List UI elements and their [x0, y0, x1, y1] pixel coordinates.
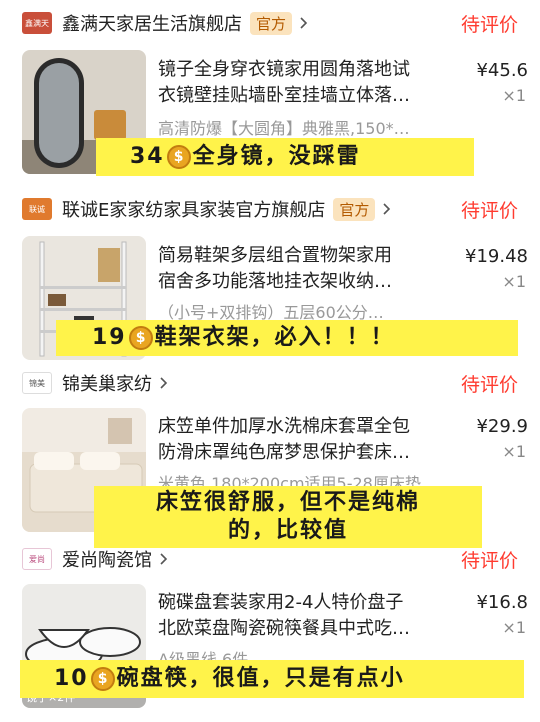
review-banner: 34 $ 全身镜，没踩雷: [96, 138, 474, 176]
money-bag-icon: $: [166, 145, 191, 169]
banner-text: 碗盘筷，很值，只是有点小: [116, 666, 405, 691]
product-title[interactable]: 床笠单件加厚水洗棉床套罩全包 防滑床罩纯色席梦思保护套床…: [158, 414, 458, 466]
chevron-right-icon[interactable]: [158, 377, 170, 389]
banner-text: 床笠很舒服，但不是纯棉: [155, 490, 420, 515]
product-quantity: ×1: [502, 86, 526, 105]
product-quantity: ×1: [502, 442, 526, 461]
shop-logo: 锦美: [22, 372, 52, 394]
money-bag-icon: $: [90, 667, 115, 691]
product-price: ¥16.8: [476, 592, 528, 613]
shop-name[interactable]: 爱尚陶瓷馆: [62, 546, 152, 572]
product-title-line: 宿舍多功能落地挂衣架收纳…: [158, 271, 392, 292]
shop-row-4[interactable]: 爱尚 爱尚陶瓷馆 待评价: [22, 542, 528, 576]
banner-price: 19: [92, 325, 127, 350]
product-title-line: 防滑床罩纯色席梦思保护套床…: [158, 442, 410, 463]
shop-row-1[interactable]: 鑫满天 鑫满天家居生活旗舰店 官方 待评价: [22, 6, 528, 40]
official-flag-badge: 官方: [333, 197, 376, 221]
product-title-line: 碗碟盘套装家用2-4人特价盘子: [158, 592, 404, 613]
banner-price: 34: [130, 144, 165, 169]
banner-text: 全身镜，没踩雷: [192, 144, 361, 169]
official-flag-badge: 官方: [250, 11, 293, 35]
product-price: ¥19.48: [465, 246, 528, 267]
shop-name[interactable]: 鑫满天家居生活旗舰店: [62, 10, 242, 36]
banner-text: 的，比较值: [227, 518, 348, 543]
shop-row-3[interactable]: 锦美 锦美巢家纺 待评价: [22, 366, 528, 400]
shop-name[interactable]: 联诚E家家纺家具家装官方旗舰店: [62, 196, 325, 222]
product-title[interactable]: 镜子全身穿衣镜家用圆角落地试 衣镜壁挂贴墙卧室挂墙立体落…: [158, 57, 458, 109]
product-title-line: 镜子全身穿衣镜家用圆角落地试: [158, 59, 410, 80]
product-title[interactable]: 简易鞋架多层组合置物架家用 宿舍多功能落地挂衣架收纳…: [158, 243, 458, 295]
shop-name[interactable]: 锦美巢家纺: [62, 370, 152, 396]
product-title-line: 衣镜壁挂贴墙卧室挂墙立体落…: [158, 85, 410, 106]
review-banner: 19 $ 鞋架衣架，必入！！！: [56, 320, 518, 356]
shop-logo: 鑫满天: [22, 12, 52, 34]
chevron-right-icon[interactable]: [158, 553, 170, 565]
order-status: 待评价: [460, 13, 518, 36]
product-quantity: ×1: [502, 618, 526, 637]
money-bag-icon: $: [128, 326, 153, 350]
product-title-line: 床笠单件加厚水洗棉床套罩全包: [158, 416, 410, 437]
product-price: ¥45.6: [476, 60, 528, 81]
product-title[interactable]: 碗碟盘套装家用2-4人特价盘子 北欧菜盘陶瓷碗筷餐具中式吃…: [158, 590, 458, 642]
banner-text: 鞋架衣架，必入！！！: [154, 325, 395, 350]
chevron-right-icon[interactable]: [381, 203, 393, 215]
product-quantity: ×1: [502, 272, 526, 291]
shop-row-2[interactable]: 联诚 联诚E家家纺家具家装官方旗舰店 官方 待评价: [22, 192, 528, 226]
shop-logo: 联诚: [22, 198, 52, 220]
banner-price: 10: [54, 666, 89, 691]
review-banner: 10 $ 碗盘筷，很值，只是有点小: [20, 660, 524, 698]
product-price: ¥29.9: [476, 416, 528, 437]
product-title-line: 北欧菜盘陶瓷碗筷餐具中式吃…: [158, 618, 410, 639]
product-spec: 高清防爆【大圆角】典雅黑,150*…: [158, 119, 410, 138]
product-title-line: 简易鞋架多层组合置物架家用: [158, 245, 392, 266]
review-banner: 床笠很舒服，但不是纯棉 的，比较值: [94, 486, 482, 548]
order-status: 待评价: [460, 199, 518, 222]
order-status: 待评价: [460, 549, 518, 572]
chevron-right-icon[interactable]: [298, 17, 310, 29]
shop-logo: 爱尚: [22, 548, 52, 570]
order-status: 待评价: [460, 373, 518, 396]
